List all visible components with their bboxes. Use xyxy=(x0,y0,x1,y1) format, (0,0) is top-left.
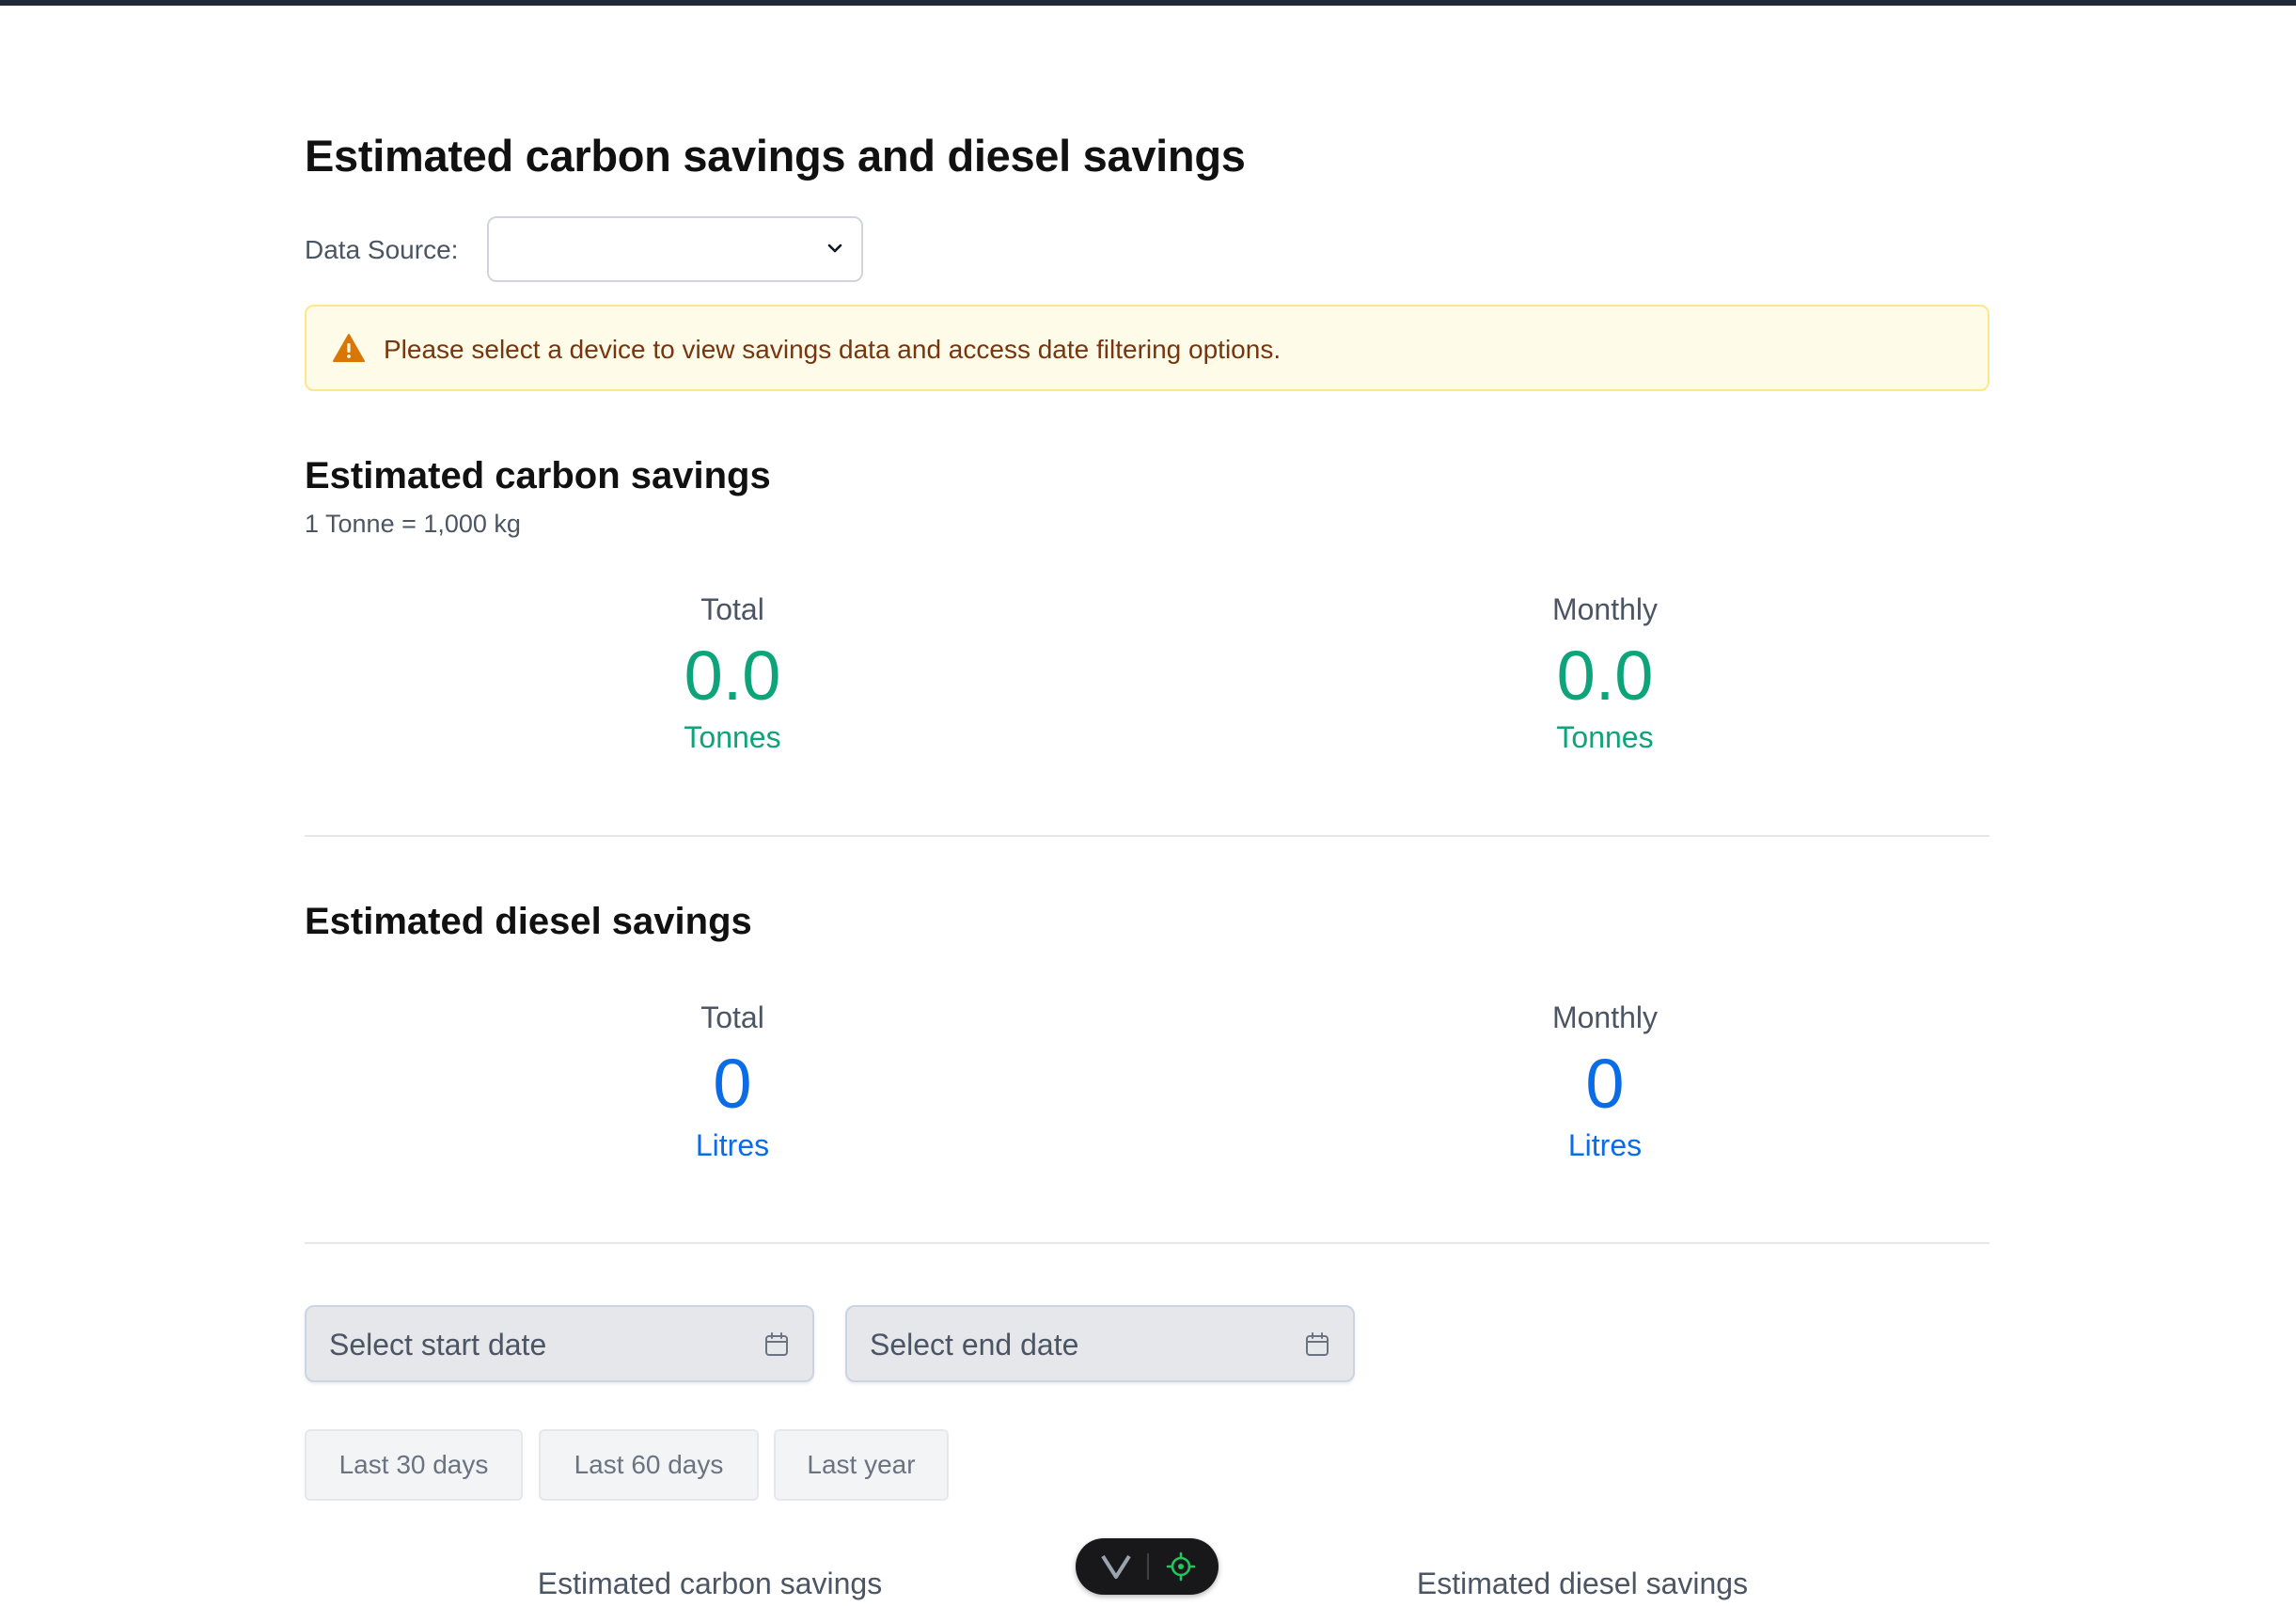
alert-message: Please select a device to view savings d… xyxy=(384,335,1282,364)
last-60-days-button[interactable]: Last 60 days xyxy=(539,1429,759,1501)
diesel-section-title: Estimated diesel savings xyxy=(305,901,752,942)
stat-label: Total xyxy=(700,592,764,626)
data-source-label: Data Source: xyxy=(305,235,459,264)
section-divider xyxy=(305,835,1989,837)
calendar-icon xyxy=(765,1332,788,1356)
calendar-icon xyxy=(1306,1332,1329,1356)
carbon-total-stat: Total 0.0 Tonnes xyxy=(544,590,920,756)
stat-value: 0.0 xyxy=(684,637,781,715)
end-date-input[interactable]: Select end date xyxy=(845,1305,1355,1382)
diesel-total-stat: Total 0 Litres xyxy=(544,999,920,1164)
carbon-section-title: Estimated carbon savings xyxy=(305,455,771,496)
carbon-monthly-stat: Monthly 0.0 Tonnes xyxy=(1417,590,1793,756)
section-divider xyxy=(305,1242,1989,1244)
device-warning-alert: Please select a device to view savings d… xyxy=(305,305,1989,391)
data-source-select[interactable] xyxy=(487,216,863,282)
start-date-placeholder: Select start date xyxy=(329,1328,547,1362)
stat-value: 0 xyxy=(1585,1045,1625,1123)
vue-logo-icon[interactable] xyxy=(1100,1553,1132,1580)
stat-unit: Tonnes xyxy=(1556,720,1654,754)
carbon-chart-label: Estimated carbon savings xyxy=(537,1567,883,1600)
chevron-down-icon xyxy=(827,244,842,253)
tonne-conversion-note: 1 Tonne = 1,000 kg xyxy=(305,510,521,538)
crosshair-icon[interactable] xyxy=(1166,1551,1196,1582)
page-title: Estimated carbon savings and diesel savi… xyxy=(305,131,1246,181)
window-top-edge xyxy=(0,0,2296,6)
diesel-monthly-stat: Monthly 0 Litres xyxy=(1417,999,1793,1164)
stat-unit: Litres xyxy=(695,1128,770,1162)
devtools-toolbar[interactable] xyxy=(1076,1538,1219,1595)
stat-unit: Tonnes xyxy=(684,720,781,754)
stat-unit: Litres xyxy=(1567,1128,1643,1162)
stat-label: Total xyxy=(700,1000,764,1034)
stat-value: 0 xyxy=(713,1045,752,1123)
stat-label: Monthly xyxy=(1551,1000,1659,1034)
stat-label: Monthly xyxy=(1551,592,1659,626)
stat-value: 0.0 xyxy=(1556,637,1654,715)
diesel-chart-label: Estimated diesel savings xyxy=(1416,1567,1749,1600)
last-year-button[interactable]: Last year xyxy=(774,1429,949,1501)
start-date-input[interactable]: Select start date xyxy=(305,1305,814,1382)
toolbar-separator xyxy=(1147,1553,1149,1580)
last-30-days-button[interactable]: Last 30 days xyxy=(305,1429,523,1501)
end-date-placeholder: Select end date xyxy=(870,1328,1079,1362)
warning-triangle-icon xyxy=(333,334,365,362)
